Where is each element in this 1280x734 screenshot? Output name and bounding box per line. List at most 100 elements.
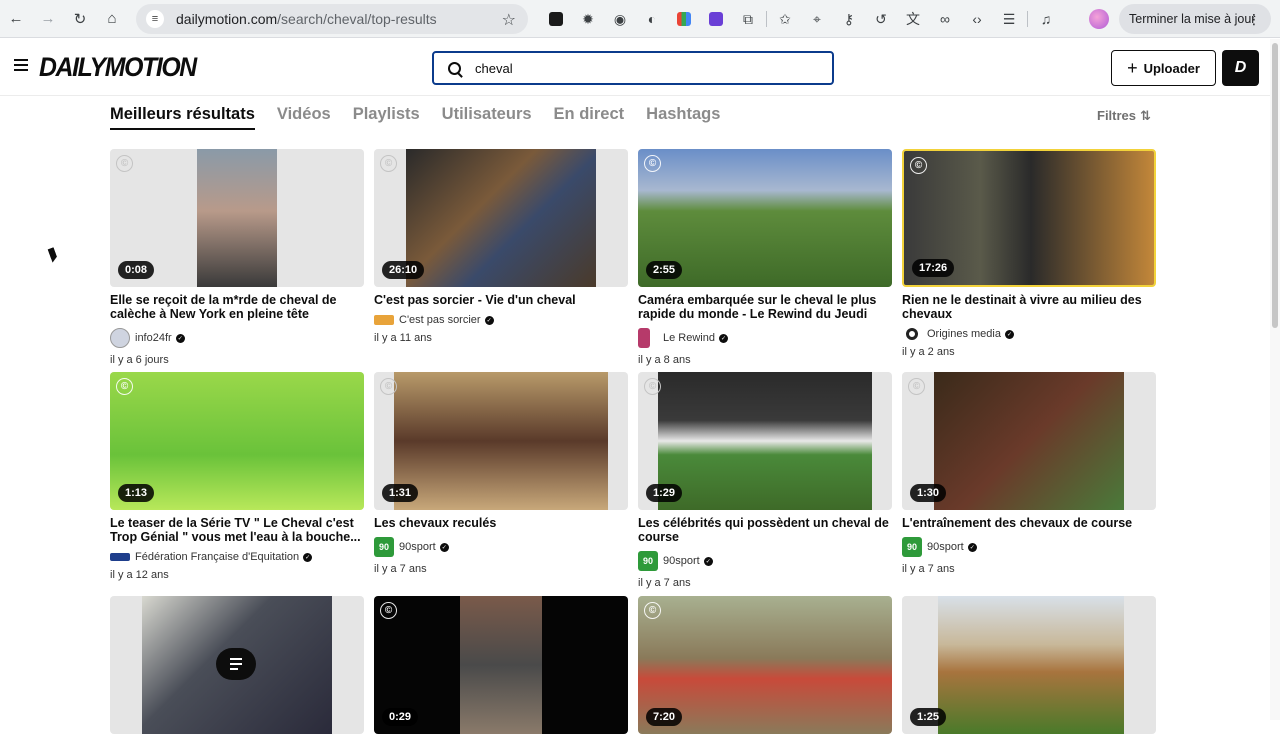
tab-hashtags[interactable]: Hashtags: [646, 105, 720, 130]
channel-row[interactable]: Fédération Française d'Equitation ✓: [110, 551, 364, 563]
link-icon[interactable]: ∞: [929, 6, 961, 32]
profile-avatar[interactable]: [1089, 9, 1109, 29]
channel-row[interactable]: 90 90sport ✓: [638, 551, 892, 571]
forward-icon[interactable]: →: [32, 3, 64, 35]
address-bar[interactable]: ≡ dailymotion.com/search/cheval/top-resu…: [136, 4, 528, 34]
dailymotion-logo[interactable]: DAILYMOTION: [39, 52, 197, 83]
translate-icon[interactable]: 文: [897, 6, 929, 32]
update-browser-button[interactable]: Terminer la mise à jour ⋮: [1119, 4, 1271, 34]
video-thumbnail[interactable]: © 2:55: [638, 149, 892, 287]
favorites-icon[interactable]: ✩: [769, 6, 801, 32]
bookmark-star-icon[interactable]: ☆: [502, 10, 516, 30]
media-control-icon[interactable]: ♫: [1030, 6, 1062, 32]
video-title[interactable]: Les célébrités qui possèdent un cheval d…: [638, 516, 892, 544]
tab-playlists[interactable]: Playlists: [353, 105, 420, 130]
channel-name[interactable]: info24fr: [135, 332, 172, 344]
copyright-icon: ©: [380, 378, 397, 395]
video-card[interactable]: © 1:31 Les chevaux reculés 90 90sport ✓ i…: [374, 372, 628, 575]
extension-gear-icon[interactable]: ✹: [572, 6, 604, 32]
video-card[interactable]: © 0:08 Elle se reçoit de la m*rde de che…: [110, 149, 364, 366]
tab-live[interactable]: En direct: [554, 105, 625, 130]
video-title[interactable]: Elle se reçoit de la m*rde de cheval de …: [110, 293, 364, 321]
video-title[interactable]: Rien ne le destinait à vivre au milieu d…: [902, 293, 1156, 321]
channel-name[interactable]: 90sport: [927, 541, 964, 553]
hamburger-menu-icon[interactable]: [14, 59, 28, 73]
copyright-icon: ©: [380, 602, 397, 619]
reading-list-icon[interactable]: ☰: [993, 6, 1025, 32]
browser-menu-icon[interactable]: ⋮: [1247, 11, 1261, 28]
channel-row[interactable]: Le Rewind ✓: [638, 328, 892, 348]
channel-name[interactable]: 90sport: [663, 555, 700, 567]
thumbnail-image: [460, 596, 542, 734]
extensions-puzzle-icon[interactable]: ⧉: [732, 6, 764, 32]
scrollbar-thumb[interactable]: [1272, 43, 1278, 328]
browser-toolbar: ← → ↻ ⌂ ≡ dailymotion.com/search/cheval/…: [0, 0, 1280, 38]
video-thumbnail[interactable]: © 26:10: [374, 149, 628, 287]
video-thumbnail[interactable]: © 17:26: [902, 149, 1156, 287]
home-icon[interactable]: ⌂: [96, 3, 128, 35]
video-title[interactable]: Les chevaux reculés: [374, 516, 628, 530]
video-title[interactable]: Caméra embarquée sur le cheval le plus r…: [638, 293, 892, 321]
channel-name[interactable]: C'est pas sorcier: [399, 314, 481, 326]
extension-dark-mode-icon[interactable]: ◐: [636, 6, 668, 32]
channel-name[interactable]: Le Rewind: [663, 332, 715, 344]
channel-avatar: [110, 328, 130, 348]
video-card[interactable]: 1:25: [902, 596, 1156, 734]
video-thumbnail[interactable]: © 0:29: [374, 596, 628, 734]
location-pin-icon[interactable]: ⌖: [801, 6, 833, 32]
video-thumbnail[interactable]: © 7:20: [638, 596, 892, 734]
channel-row[interactable]: 90 90sport ✓: [902, 537, 1156, 557]
extension-g-icon[interactable]: [540, 6, 572, 32]
extension-purple-icon[interactable]: [700, 6, 732, 32]
video-card[interactable]: © 17:26 Rien ne le destinait à vivre au …: [902, 149, 1156, 358]
video-card[interactable]: © 7:20: [638, 596, 892, 734]
video-thumbnail[interactable]: © 1:13: [110, 372, 364, 510]
key-icon[interactable]: ⚷: [833, 6, 865, 32]
video-thumbnail[interactable]: © 1:29: [638, 372, 892, 510]
search-box[interactable]: [432, 51, 834, 85]
video-thumbnail[interactable]: © 1:30: [902, 372, 1156, 510]
page-scrollbar[interactable]: [1270, 39, 1280, 720]
channel-name[interactable]: Fédération Française d'Equitation: [135, 551, 299, 563]
tab-top-results[interactable]: Meilleurs résultats: [110, 105, 255, 130]
video-card[interactable]: © 1:29 Les célébrités qui possèdent un c…: [638, 372, 892, 589]
video-card[interactable]: © 1:13 Le teaser de la Série TV " Le Che…: [110, 372, 364, 581]
copyright-icon: ©: [380, 155, 397, 172]
video-thumbnail[interactable]: © 0:08: [110, 149, 364, 287]
channel-row[interactable]: C'est pas sorcier ✓: [374, 314, 628, 326]
dailymotion-app-icon[interactable]: D: [1222, 50, 1259, 86]
site-settings-icon[interactable]: ≡: [146, 10, 164, 28]
search-input[interactable]: [475, 60, 775, 76]
video-title[interactable]: C'est pas sorcier - Vie d'un cheval: [374, 293, 628, 307]
channel-row[interactable]: info24fr ✓: [110, 328, 364, 348]
video-card[interactable]: © 0:29: [374, 596, 628, 734]
video-thumbnail[interactable]: © 1:31: [374, 372, 628, 510]
code-icon[interactable]: ‹›: [961, 6, 993, 32]
video-card[interactable]: © 2:55 Caméra embarquée sur le cheval le…: [638, 149, 892, 366]
extension-ai-icon[interactable]: ◉: [604, 6, 636, 32]
back-icon[interactable]: ←: [0, 3, 32, 35]
video-title[interactable]: L'entraînement des chevaux de course: [902, 516, 1156, 530]
video-card[interactable]: © 26:10 C'est pas sorcier - Vie d'un che…: [374, 149, 628, 344]
channel-row[interactable]: Origines media ✓: [902, 328, 1156, 340]
filters-button[interactable]: Filtres ⇅: [1097, 108, 1151, 124]
channel-name[interactable]: Origines media: [927, 328, 1001, 340]
channel-name[interactable]: 90sport: [399, 541, 436, 553]
video-card[interactable]: © 1:30 L'entraînement des chevaux de cou…: [902, 372, 1156, 575]
history-icon[interactable]: ↺: [865, 6, 897, 32]
video-duration: 7:20: [646, 708, 683, 726]
tab-users[interactable]: Utilisateurs: [442, 105, 532, 130]
search-icon: [448, 61, 461, 75]
upload-button[interactable]: + Uploader: [1111, 50, 1216, 86]
channel-row[interactable]: 90 90sport ✓: [374, 537, 628, 557]
video-title[interactable]: Le teaser de la Série TV " Le Cheval c'e…: [110, 516, 364, 544]
video-thumbnail[interactable]: 1:25: [902, 596, 1156, 734]
tab-videos[interactable]: Vidéos: [277, 105, 331, 130]
copyright-icon: ©: [116, 378, 133, 395]
playlist-queue-icon[interactable]: [216, 648, 256, 680]
video-date: il y a 7 ans: [902, 563, 955, 575]
thumbnail-image: [934, 372, 1124, 510]
reload-icon[interactable]: ↻: [64, 3, 96, 35]
thumbnail-image: [938, 596, 1124, 734]
extension-grid-icon[interactable]: [668, 6, 700, 32]
